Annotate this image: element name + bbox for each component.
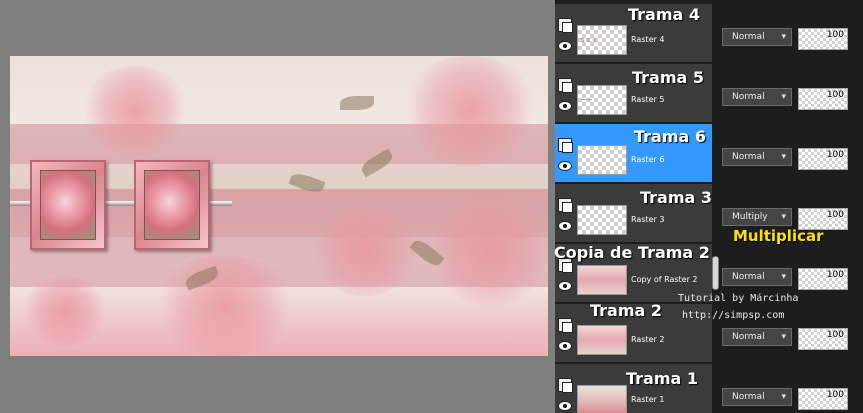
eye-icon[interactable]: [558, 341, 572, 351]
frame-flower-image: [40, 170, 96, 240]
layer-annotation-title: Trama 1: [626, 369, 699, 388]
opacity-field[interactable]: 100: [798, 88, 848, 110]
layer-name: Raster 5: [631, 95, 665, 104]
layer-thumbnail: [577, 145, 627, 175]
blend-mode-dropdown[interactable]: Normal: [722, 388, 792, 406]
eye-icon[interactable]: [558, 101, 572, 111]
layer-annotation-title: Trama 6: [634, 127, 707, 146]
opacity-field[interactable]: 100: [798, 28, 848, 50]
opacity-field[interactable]: 100: [798, 328, 848, 350]
layer-annotation-title: Trama 3: [640, 188, 713, 207]
layer-thumbnail: ~~: [577, 85, 627, 115]
thumb-mark: ~~: [581, 96, 593, 104]
divider: [712, 184, 721, 242]
eye-icon[interactable]: [558, 41, 572, 51]
photo-frame-right: [134, 160, 210, 250]
layer-group-icon[interactable]: [558, 78, 573, 93]
opacity-field[interactable]: 100: [798, 388, 848, 410]
blossom-shape: [310, 206, 420, 296]
blend-mode-dropdown[interactable]: Normal: [722, 328, 792, 346]
layer-name: Raster 6: [631, 155, 665, 164]
blend-mode-dropdown[interactable]: Normal: [722, 88, 792, 106]
layer-group-icon[interactable]: [558, 138, 573, 153]
layer-thumbnail: s c c: [577, 25, 627, 55]
layer-name: Raster 1: [631, 395, 665, 404]
layer-annotation-title: Trama 5: [632, 68, 705, 87]
layer-row[interactable]: Raster 1 Normal 100: [555, 364, 863, 413]
blend-mode-dropdown[interactable]: Normal: [722, 148, 792, 166]
frame-flower-image: [144, 170, 200, 240]
blossom-shape: [400, 56, 540, 166]
eye-icon[interactable]: [558, 401, 572, 411]
layer-name: Raster 2: [631, 335, 665, 344]
blossom-shape: [430, 196, 548, 306]
blend-mode-dropdown[interactable]: Normal: [722, 268, 792, 286]
blend-mode-dropdown[interactable]: Normal: [722, 28, 792, 46]
layer-annotation-title: Trama 2: [590, 301, 663, 320]
blend-mode-dropdown[interactable]: Multiply: [722, 208, 792, 226]
eye-icon[interactable]: [558, 221, 572, 231]
divider: [712, 64, 721, 122]
eye-icon[interactable]: [558, 161, 572, 171]
layer-thumbnail: [577, 205, 627, 235]
divider: [712, 364, 721, 413]
eye-icon[interactable]: [558, 281, 572, 291]
layer-thumbnail: [577, 385, 627, 413]
layer-group-icon[interactable]: [558, 378, 573, 393]
image-canvas[interactable]: [10, 56, 548, 356]
divider: [712, 4, 721, 62]
panel-scroll-handle[interactable]: [712, 256, 719, 290]
layer-group-icon[interactable]: [558, 198, 573, 213]
layer-thumbnail: [577, 325, 627, 355]
layer-thumbnail: [577, 265, 627, 295]
blossom-shape: [20, 276, 110, 346]
layer-name: Raster 3: [631, 215, 665, 224]
divider: [712, 124, 721, 182]
layer-row[interactable]: s c c Raster 4 Normal 100: [555, 4, 863, 62]
tutorial-site: http://simpsp.com: [682, 310, 785, 321]
opacity-field[interactable]: 100: [798, 268, 848, 290]
layer-annotation-title: Copia de Trama 2: [554, 243, 710, 262]
layer-row[interactable]: ~~ Raster 5 Normal 100: [555, 64, 863, 122]
blossom-shape: [150, 256, 300, 356]
layer-group-icon[interactable]: [558, 318, 573, 333]
layer-row-selected[interactable]: Raster 6 Normal 100: [555, 124, 863, 182]
multiply-annotation: Multiplicar: [733, 227, 824, 245]
thumb-mark: s c c: [581, 36, 597, 44]
layer-annotation-title: Trama 4: [628, 5, 701, 24]
opacity-field[interactable]: 100: [798, 148, 848, 170]
tutorial-credit: Tutorial by Márcinha: [678, 293, 799, 304]
photo-frame-left: [30, 160, 106, 250]
leaf-shape: [340, 96, 374, 110]
layer-group-icon[interactable]: [558, 18, 573, 33]
blossom-shape: [80, 66, 190, 156]
layer-name: Copy of Raster 2: [631, 275, 698, 284]
layer-name: Raster 4: [631, 35, 665, 44]
